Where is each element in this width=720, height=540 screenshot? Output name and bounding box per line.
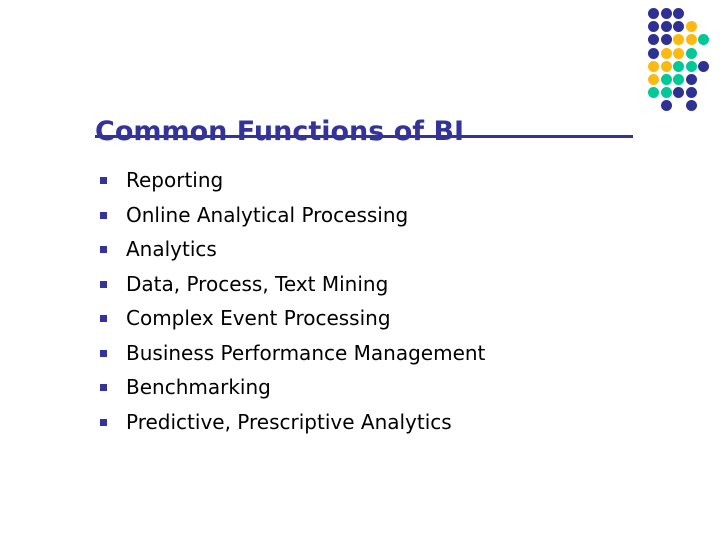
- decorative-dot-navy: [685, 74, 697, 85]
- decorative-dot-teal: [685, 60, 697, 72]
- decorative-dot-navy: [648, 8, 659, 19]
- list-item: Analytics: [96, 232, 656, 267]
- decorative-dot-navy: [660, 100, 672, 112]
- list-item: Predictive, Prescriptive Analytics: [96, 405, 656, 440]
- list-item-label: Complex Event Processing: [126, 306, 391, 330]
- square-bullet-icon: [100, 280, 107, 288]
- square-bullet-icon: [100, 349, 107, 357]
- decorative-dot-gold: [685, 21, 697, 33]
- decorative-dot-gold: [648, 60, 659, 72]
- page-title: Common Functions of BI: [95, 116, 465, 148]
- list-item: Benchmarking: [96, 370, 656, 405]
- list-item-label: Predictive, Prescriptive Analytics: [126, 409, 452, 434]
- list-item: Online Analytical Processing: [96, 198, 656, 233]
- square-bullet-icon: [100, 418, 107, 426]
- decorative-dot-teal: [673, 74, 685, 85]
- square-bullet-icon: [100, 211, 107, 219]
- decorative-dot-navy: [673, 87, 685, 99]
- square-bullet-icon: [100, 246, 107, 253]
- decorative-dot-teal: [648, 87, 659, 99]
- bullet-list: Reporting Online Analytical Processing Ana…: [96, 163, 656, 439]
- decorative-dot-gold: [660, 47, 672, 59]
- decorative-dot-gold: [673, 47, 685, 59]
- decorative-dot-teal: [698, 34, 710, 46]
- decorative-dot-navy: [660, 8, 672, 19]
- decorative-dot-navy: [660, 34, 672, 46]
- decorative-dot-navy: [660, 21, 672, 33]
- decorative-dot-teal: [660, 74, 672, 85]
- square-bullet-icon: [100, 315, 107, 322]
- square-bullet-icon: [100, 384, 107, 391]
- square-bullet-icon: [100, 177, 107, 184]
- decorative-dot-navy: [648, 21, 659, 33]
- decorative-dot-gold: [660, 60, 672, 72]
- decorative-dot-navy: [685, 100, 697, 112]
- decorative-dot-teal: [660, 87, 672, 99]
- list-item: Complex Event Processing: [96, 301, 656, 336]
- list-item: Reporting: [96, 163, 656, 198]
- list-item-label: Benchmarking: [126, 375, 271, 399]
- slide-canvas: Common Functions of BI Reporting Online A…: [0, 0, 720, 540]
- list-item-label: Reporting: [126, 168, 224, 192]
- list-item: Business Performance Management: [96, 336, 656, 371]
- decorative-dot-navy: [685, 87, 697, 99]
- decorative-dot-teal: [673, 60, 685, 72]
- title-underline-rule: [95, 135, 633, 138]
- decorative-dot-navy: [673, 21, 685, 33]
- decorative-dot-navy: [673, 8, 685, 19]
- list-item: Data, Process, Text Mining: [96, 267, 656, 302]
- dot-grid-logo: [648, 8, 716, 124]
- list-item-label: Analytics: [126, 237, 217, 261]
- decorative-dot-gold: [648, 74, 659, 85]
- decorative-dot-gold: [685, 34, 697, 46]
- decorative-dot-navy: [698, 60, 710, 72]
- list-item-label: Business Performance Management: [126, 340, 486, 365]
- decorative-dot-navy: [648, 47, 659, 59]
- decorative-dot-teal: [685, 47, 697, 59]
- decorative-dot-navy: [648, 34, 659, 46]
- list-item-label: Online Analytical Processing: [126, 202, 409, 227]
- list-item-label: Data, Process, Text Mining: [126, 271, 389, 296]
- decorative-dot-gold: [673, 34, 685, 46]
